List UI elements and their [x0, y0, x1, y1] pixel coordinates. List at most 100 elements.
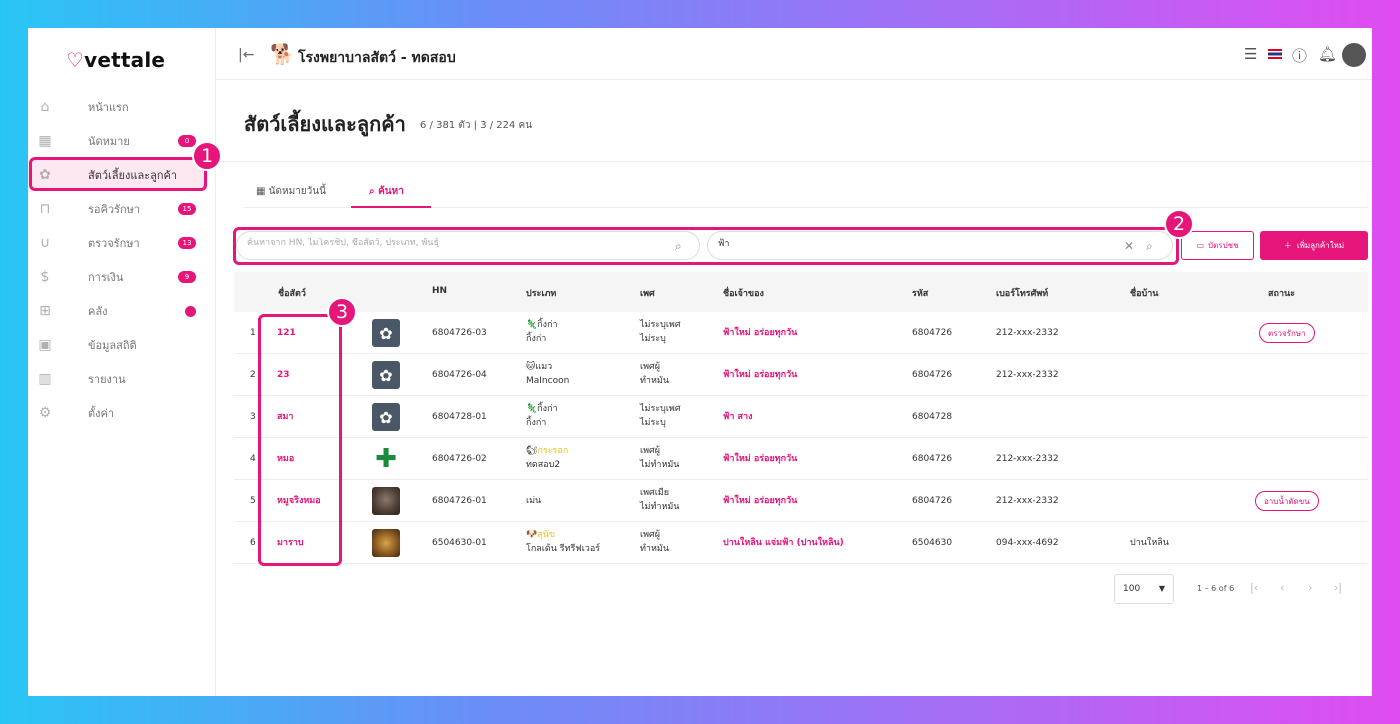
sex-cell: ไม่ระบุเพศ ไม่ระบุ	[640, 318, 681, 346]
owner-code-cell: 6804728	[912, 412, 953, 422]
type-cell: 🐶 สุนัข โกลเด้น รีทรีฟเวอร์	[526, 528, 600, 556]
table-row[interactable]: 1 121 ✿ 6804726-03 🦎 กิ้งก่า กิ้งก่า ไม่ร…	[234, 312, 1368, 354]
sidebar-item-home[interactable]: ⌂ หน้าแรก	[28, 92, 208, 122]
sidebar-item-label: ตั้งค่า	[88, 407, 115, 420]
breed-label: กิ้งก่า	[526, 418, 547, 428]
column-header[interactable]: HN	[432, 286, 447, 296]
species-label: สุนัข	[537, 530, 556, 540]
stethoscope-icon: ∪	[39, 235, 51, 251]
owner-name-link[interactable]: ฟ้าใหม่ อร่อยทุกวัน	[723, 494, 797, 508]
status-badge[interactable]: ตรวจรักษา	[1259, 323, 1315, 343]
type-cell: เม่น	[526, 496, 542, 506]
sex-label: ไม่ระบุเพศ	[640, 320, 681, 330]
sidebar-item-label: นัดหมาย	[88, 135, 130, 148]
table-row[interactable]: 3 สมา ✿ 6804728-01 🦎 กิ้งก่า กิ้งก่า ไม่ร…	[234, 396, 1368, 438]
type-cell: 🐱 แมว MaIncoon	[526, 360, 569, 388]
tab-label: ค้นหา	[378, 186, 404, 197]
prev-page-icon[interactable]: ‹	[1280, 581, 1284, 594]
sterile-label: ทำหมัน	[640, 544, 670, 554]
owner-name-link[interactable]: ฟ้าใหม่ อร่อยทุกวัน	[723, 326, 797, 340]
row-number: 1	[250, 328, 256, 338]
last-page-icon[interactable]: ›|	[1334, 581, 1342, 594]
column-header[interactable]: รหัส	[912, 286, 928, 300]
sidebar-item-label: รอคิวรักษา	[88, 203, 141, 216]
sidebar-item-statistics[interactable]: ▣ ข้อมูลสถิติ	[28, 330, 208, 360]
hn-cell: 6804726-03	[432, 328, 487, 338]
collapse-sidebar-icon[interactable]: |←	[238, 47, 254, 63]
sofa-icon: ⊓	[39, 201, 51, 217]
column-header[interactable]: ชื่อเจ้าของ	[723, 286, 764, 300]
column-header[interactable]: สถานะ	[1268, 286, 1295, 300]
type-cell: 🐿 กระรอก ทดสอบ2	[526, 444, 568, 472]
dog-icon: 🐶	[526, 530, 538, 540]
sidebar-item-appointments[interactable]: ▦ นัดหมาย 0	[28, 126, 208, 156]
divider	[216, 161, 1372, 162]
species-label: กิ้งก่า	[537, 320, 558, 330]
sterile-label: ทำหมัน	[640, 376, 670, 386]
help-icon[interactable]: ⓘ	[1292, 45, 1307, 66]
step-marker: 1	[192, 141, 222, 171]
rows-per-page-select[interactable]: 100 ▼	[1114, 574, 1174, 604]
column-header[interactable]: เบอร์โทรศัพท์	[996, 286, 1048, 300]
sidebar-item-settings[interactable]: ⚙ ตั้งค่า	[28, 398, 208, 428]
row-number: 4	[250, 454, 256, 464]
sidebar-item-examination[interactable]: ∪ ตรวจรักษา 13	[28, 228, 208, 258]
clinic-name: โรงพยาบาลสัตว์ - ทดสอบ	[298, 50, 456, 66]
table-row[interactable]: 6 มาราบ 6504630-01 🐶 สุนัข โกลเด้น รีทรีฟ…	[234, 522, 1368, 564]
paw-icon: ✿	[372, 361, 400, 389]
status-badge[interactable]: อาบน้ำตัดขน	[1255, 491, 1319, 511]
phone-cell: 212-xxx-2332	[996, 496, 1059, 506]
box-icon: ⊞	[39, 303, 51, 319]
sex-label: เพศเมีย	[640, 488, 670, 498]
menu-icon[interactable]: ☰	[1244, 45, 1257, 63]
phone-cell: 094-xxx-4692	[996, 538, 1059, 548]
owner-name-link[interactable]: ปานใหลิน แจ่มฟ้า (ปานใหลิน)	[723, 536, 844, 550]
sidebar-item-finance[interactable]: $ การเงิน 9	[28, 262, 208, 292]
id-card-label: บัตรปชช	[1208, 241, 1239, 250]
hn-cell: 6504630-01	[432, 538, 487, 548]
column-header[interactable]: ชื่อสัตว์	[278, 286, 306, 300]
table-row[interactable]: 2 23 ✿ 6804726-04 🐱 แมว MaIncoon เพศผู้ ทำ…	[234, 354, 1368, 396]
id-card-icon: ▭	[1196, 241, 1205, 250]
avatar[interactable]	[1342, 43, 1366, 67]
count-badge: 9	[178, 271, 196, 283]
column-header[interactable]: ชื่อบ้าน	[1130, 286, 1158, 300]
sidebar-item-reports[interactable]: ▥ รายงาน	[28, 364, 208, 394]
add-customer-button[interactable]: ＋ เพิ่มลูกค้าใหม่	[1260, 231, 1368, 260]
sex-cell: เพศผู้ ทำหมัน	[640, 528, 669, 556]
breed-label: ทดสอบ2	[526, 460, 561, 470]
lizard-icon: 🦎	[526, 404, 538, 414]
active-tab-indicator	[351, 206, 431, 208]
row-number: 5	[250, 496, 256, 506]
tab-search[interactable]: ⌕ ค้นหา	[369, 184, 404, 199]
app-window: ♡vettale ⌂ หน้าแรก ▦ นัดหมาย 0 ✿ สัตว์เล…	[28, 28, 1372, 696]
sidebar-item-inventory[interactable]: ⊞ คลัง	[28, 296, 208, 326]
squirrel-icon: 🐿	[526, 446, 538, 456]
thai-flag-icon[interactable]	[1268, 49, 1282, 59]
next-page-icon[interactable]: ›	[1308, 581, 1312, 594]
sterile-label: ไม่ระบุ	[640, 418, 666, 428]
column-header[interactable]: ประเภท	[526, 286, 556, 300]
sidebar-item-queue[interactable]: ⊓ รอคิวรักษา 15	[28, 194, 208, 224]
logo[interactable]: ♡vettale	[66, 48, 165, 72]
species-label: แมว	[535, 362, 553, 372]
column-header[interactable]: เพศ	[640, 286, 655, 300]
first-page-icon[interactable]: |‹	[1250, 581, 1258, 594]
bell-icon[interactable]: 🔔︎	[1318, 45, 1337, 63]
notification-dot	[185, 305, 196, 317]
hn-cell: 6804728-01	[432, 412, 487, 422]
owner-name-link[interactable]: ฟ้า สาง	[723, 410, 753, 424]
house-name-cell: ปานใหลิน	[1130, 538, 1169, 548]
count-badge: 15	[178, 203, 196, 215]
owner-name-link[interactable]: ฟ้าใหม่ อร่อยทุกวัน	[723, 368, 797, 382]
phone-cell: 212-xxx-2332	[996, 454, 1059, 464]
table-row[interactable]: 5 หมูจริงหมอ 6804726-01 เม่น เพศเมีย ไม่ท…	[234, 480, 1368, 522]
sidebar-item-label: รายงาน	[88, 373, 126, 386]
owner-name-link[interactable]: ฟ้าใหม่ อร่อยทุกวัน	[723, 452, 797, 466]
id-card-button[interactable]: ▭ บัตรปชช	[1181, 231, 1254, 260]
sex-cell: เพศผู้ ไม่ทำหมัน	[640, 444, 679, 472]
tab-today-appointments[interactable]: ▦ นัดหมายวันนี้	[256, 184, 326, 199]
sex-cell: เพศเมีย ไม่ทำหมัน	[640, 486, 679, 514]
table-row[interactable]: 4 หมอ ✚ 6804726-02 🐿 กระรอก ทดสอบ2 เพศผู้…	[234, 438, 1368, 480]
row-number: 6	[250, 538, 256, 548]
